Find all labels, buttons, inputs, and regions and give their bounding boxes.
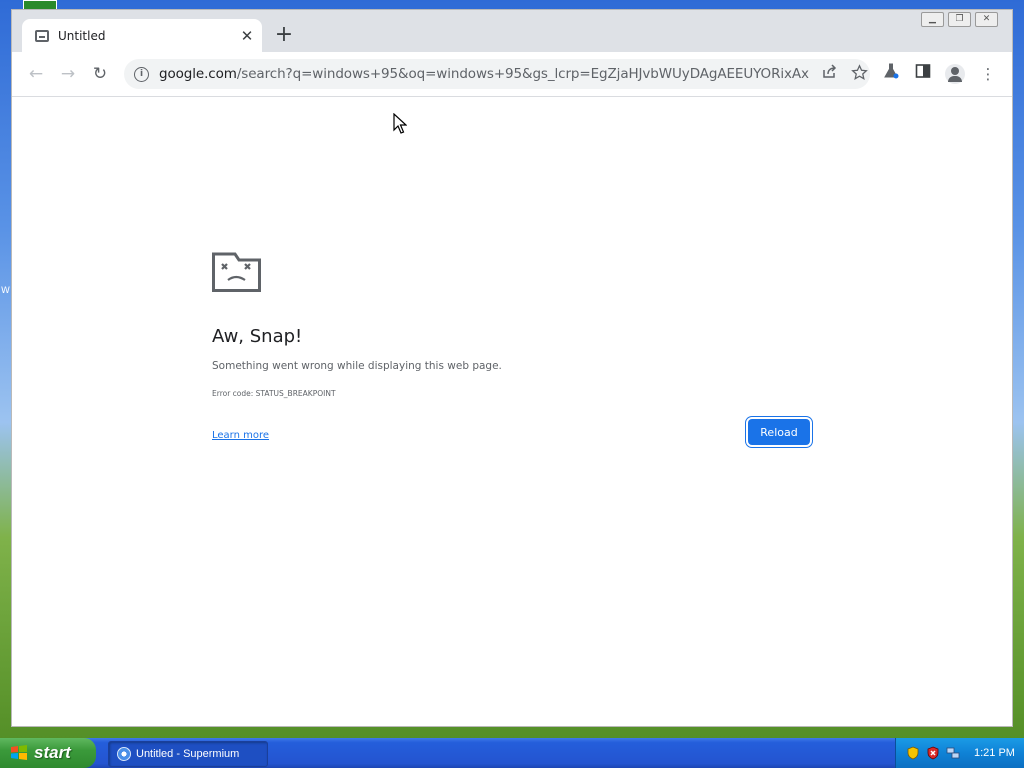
tab-strip: Untitled ✕ + ▁ ❐ ✕: [12, 10, 1012, 52]
supermium-icon: [117, 747, 131, 761]
window-controls: ▁ ❐ ✕: [921, 12, 998, 27]
bookmark-star-icon[interactable]: [849, 64, 869, 84]
browser-toolbar: ← → ↻ i google.com/search?q=windows+95&o…: [12, 52, 1012, 97]
address-bar[interactable]: i google.com/search?q=windows+95&oq=wind…: [124, 59, 870, 89]
profile-icon[interactable]: [944, 63, 966, 85]
sad-folder-icon: [212, 252, 261, 292]
system-tray: 1:21 PM: [895, 738, 1024, 768]
learn-more-link[interactable]: Learn more: [212, 430, 269, 441]
restore-button[interactable]: ❐: [948, 12, 971, 27]
tab-untitled[interactable]: Untitled ✕: [22, 19, 262, 52]
page-content: Aw, Snap! Something went wrong while dis…: [12, 97, 1012, 726]
security-alert-icon[interactable]: [926, 746, 940, 760]
start-button[interactable]: start: [0, 738, 96, 768]
tab-close-icon[interactable]: ✕: [236, 25, 258, 47]
sad-tab-favicon-icon: [35, 29, 49, 42]
tab-title: Untitled: [58, 28, 106, 43]
url-path: /search?q=windows+95&oq=windows+95&gs_lc…: [236, 66, 809, 82]
desktop-side-label: W: [1, 286, 10, 296]
windows-logo-icon: [11, 745, 27, 760]
clock: 1:21 PM: [974, 747, 1015, 759]
taskbar-item-supermium[interactable]: Untitled - Supermium: [108, 741, 268, 767]
site-info-icon[interactable]: i: [134, 66, 149, 82]
back-button[interactable]: ←: [24, 62, 48, 86]
menu-kebab-icon[interactable]: ⋮: [977, 63, 999, 85]
error-heading: Aw, Snap!: [212, 326, 303, 347]
forward-button[interactable]: →: [56, 62, 80, 86]
close-window-button[interactable]: ✕: [975, 12, 998, 27]
share-icon[interactable]: [819, 64, 839, 84]
mouse-cursor-icon: [393, 113, 407, 134]
reload-button[interactable]: Reload: [748, 419, 810, 445]
side-panel-icon[interactable]: [912, 63, 934, 85]
url-text[interactable]: google.com/search?q=windows+95&oq=window…: [159, 66, 809, 82]
error-code: Error code: STATUS_BREAKPOINT: [212, 389, 336, 398]
taskbar: start Untitled - Supermium 1:21 PM: [0, 738, 1024, 768]
start-label: start: [34, 743, 71, 762]
error-message: Something went wrong while displaying th…: [212, 360, 502, 372]
url-host: google.com: [159, 66, 237, 82]
browser-window: Untitled ✕ + ▁ ❐ ✕ ← → ↻ i google.com/se…: [12, 10, 1012, 726]
new-tab-button[interactable]: +: [273, 24, 295, 47]
labs-flask-icon[interactable]: [880, 63, 902, 85]
security-shield-icon[interactable]: [906, 746, 920, 760]
minimize-button[interactable]: ▁: [921, 12, 944, 27]
taskbar-item-label: Untitled - Supermium: [136, 748, 240, 760]
reload-page-button[interactable]: ↻: [88, 62, 112, 86]
network-icon[interactable]: [946, 746, 960, 760]
